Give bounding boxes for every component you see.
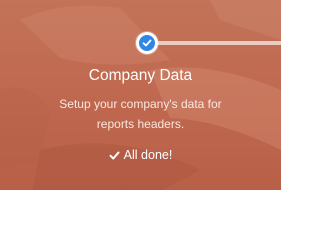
check-icon	[109, 150, 120, 161]
bottom-divider	[0, 190, 281, 202]
progress-line	[147, 41, 281, 45]
card-title: Company Data	[88, 67, 193, 84]
status-text: All done!	[123, 148, 173, 162]
step-indicator	[136, 32, 158, 54]
card-description: Setup your company's data for reports he…	[59, 97, 222, 131]
status-message: All done!	[0, 146, 281, 164]
onboarding-step-card: Company Data Setup your company's data f…	[0, 0, 281, 202]
check-icon	[142, 39, 152, 47]
